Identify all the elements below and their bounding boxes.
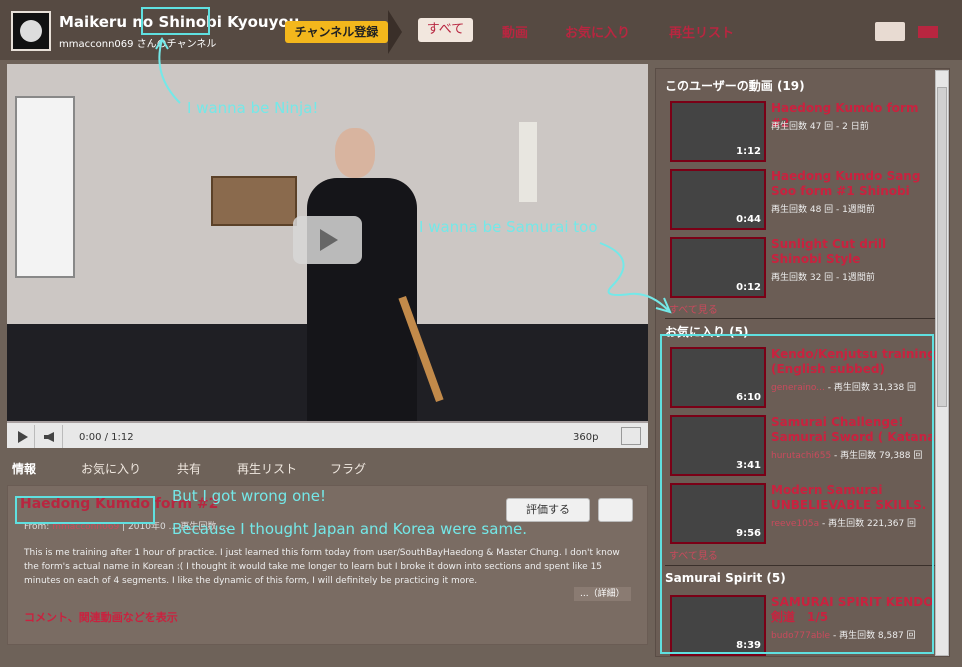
dislike-button[interactable] <box>598 498 633 522</box>
subtab-info[interactable]: 情報 <box>12 460 36 477</box>
volume-icon[interactable] <box>37 425 63 448</box>
time-readout: 0:00 / 1:12 <box>79 432 134 443</box>
video-thumbnail[interactable]: 0:44 <box>670 169 766 230</box>
play-overlay-icon[interactable] <box>293 216 362 264</box>
video-description: This is me training after 1 hour of prac… <box>24 548 620 586</box>
subtab-playlist[interactable]: 再生リスト <box>237 460 297 477</box>
tab-favorites[interactable]: お気に入り <box>565 22 630 41</box>
channel-avatar[interactable] <box>11 11 51 51</box>
annotation-wrong: But I got wrong one! <box>172 487 326 505</box>
subtab-favorite[interactable]: お気に入り <box>81 460 141 477</box>
video-item-title[interactable]: Haedong Kumdo Sang Soo form #1 Shinobi <box>771 169 939 199</box>
video-thumbnail[interactable]: 0:12 <box>670 237 766 298</box>
rate-button[interactable]: 評価する <box>506 498 590 522</box>
scrollbar-thumb[interactable] <box>937 87 947 407</box>
fullscreen-icon[interactable] <box>621 427 641 445</box>
grid-view-icon[interactable] <box>918 26 938 38</box>
more-button[interactable]: ...（詳細） <box>574 587 631 601</box>
quality-selector[interactable]: 360p <box>573 432 598 443</box>
video-item-meta: 再生回数 47 回 - 2 日前 <box>771 122 869 132</box>
player-controls: 0:00 / 1:12 360p <box>7 421 648 448</box>
subscribe-button[interactable]: チャンネル登録 <box>285 21 388 43</box>
annotation-samurai: I wanna be Samurai too <box>419 218 598 236</box>
video-item-meta: 再生回数 48 回 - 1週間前 <box>771 205 875 215</box>
divider <box>665 318 937 319</box>
video-player[interactable] <box>7 64 648 421</box>
main-column: 0:00 / 1:12 360p 情報 お気に入り 共有 再生リスト フラグ H… <box>7 64 648 655</box>
video-subtabs: 情報 お気に入り 共有 再生リスト フラグ <box>7 456 648 478</box>
play-icon[interactable] <box>9 425 35 448</box>
video-frame-person <box>297 128 429 421</box>
annotation-arrow-samurai <box>599 242 672 314</box>
tab-playlists[interactable]: 再生リスト <box>669 22 734 41</box>
tab-all[interactable]: すべて <box>418 18 473 42</box>
video-thumbnail[interactable]: 1:12 <box>670 101 766 162</box>
video-item-title[interactable]: Sunlight Cut drill Shinobi Style <box>771 237 939 267</box>
subtab-share[interactable]: 共有 <box>177 460 201 477</box>
subtab-flag[interactable]: フラグ <box>330 460 366 477</box>
player-view-icon[interactable] <box>875 22 905 41</box>
video-frame-door <box>15 96 75 278</box>
annotation-box-shinobi <box>141 7 210 35</box>
annotation-arrow-ninja <box>155 37 181 104</box>
show-comments-link[interactable]: コメント、関連動画などを表示 <box>24 609 178 625</box>
list-item[interactable]: 1:12 Haedong Kumdo form #2 再生回数 47 回 - 2… <box>670 101 940 163</box>
section-header-uploads: このユーザーの動画 (19) <box>665 79 805 93</box>
list-item[interactable]: 0:12 Sunlight Cut drill Shinobi Style 再生… <box>670 237 940 299</box>
sidebar-scrollbar[interactable] <box>935 70 949 656</box>
video-frame-scroll <box>519 122 537 202</box>
video-frame-board <box>211 176 297 226</box>
list-item[interactable]: 0:44 Haedong Kumdo Sang Soo form #1 Shin… <box>670 169 940 231</box>
channel-subtitle[interactable]: mmacconn069 さんのチャンネル <box>59 35 216 50</box>
annotation-ninja: I wanna be Ninja! <box>187 99 319 117</box>
video-item-meta: 再生回数 32 回 - 1週間前 <box>771 273 875 283</box>
annotation-box-favorites <box>660 334 934 654</box>
tab-videos[interactable]: 動画 <box>502 22 528 41</box>
header-arrow-divider <box>388 10 402 54</box>
annotation-because: Because I thought Japan and Korea were s… <box>172 520 528 538</box>
annotation-box-title <box>15 496 155 524</box>
